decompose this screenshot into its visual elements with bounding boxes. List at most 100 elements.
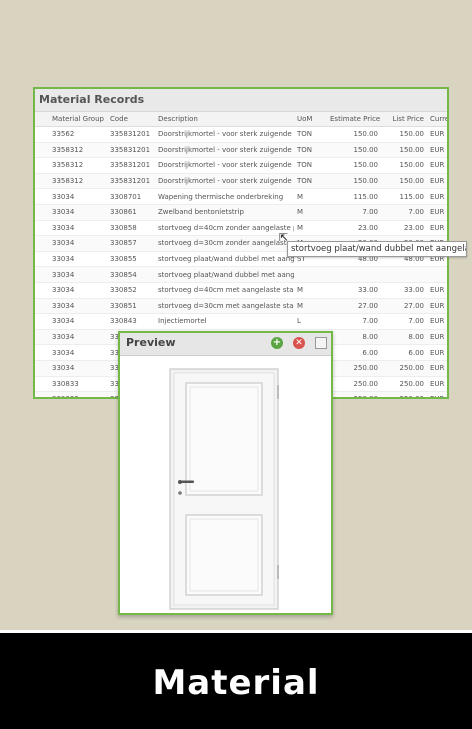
column-header[interactable]: UoM — [294, 112, 327, 127]
table-cell: TON — [294, 126, 327, 143]
row-selector[interactable] — [35, 360, 49, 377]
table-row[interactable]: 3358312 335831201 Doorstrijkmortel - voor … — [35, 173, 447, 190]
table-row[interactable]: 33034 330854 stortvoeg plaat/wand dubbel m… — [35, 266, 447, 283]
column-header[interactable]: Curren — [427, 112, 447, 127]
column-header[interactable]: Description — [155, 112, 294, 127]
table-cell: 150.00 — [327, 173, 381, 190]
table-cell: 150.00 — [381, 126, 427, 143]
table-cell: Doorstrijkmortel - voor sterk zuigende s… — [155, 126, 294, 143]
column-header[interactable]: Code — [107, 112, 155, 127]
table-cell: 8.00 — [327, 329, 381, 346]
table-cell: L — [294, 313, 327, 330]
row-selector[interactable] — [35, 376, 49, 393]
table-cell: 33034 — [49, 313, 107, 330]
table-cell: EUR — [427, 344, 447, 361]
row-selector[interactable] — [35, 157, 49, 174]
table-cell: 3358312 — [49, 142, 107, 159]
table-cell — [294, 266, 327, 283]
table-cell: 23.00 — [381, 220, 427, 237]
description-tooltip: stortvoeg plaat/wand dubbel met aangelas — [287, 241, 467, 257]
row-selector[interactable] — [35, 220, 49, 237]
table-cell: 33034 — [49, 344, 107, 361]
maximize-icon[interactable] — [315, 337, 327, 349]
row-selector[interactable] — [35, 204, 49, 221]
table-row[interactable]: 33034 3308701 Wapening thermische onderbre… — [35, 188, 447, 205]
table-cell: TON — [294, 142, 327, 159]
table-cell: EUR — [427, 173, 447, 190]
row-selector[interactable] — [35, 188, 49, 205]
table-cell — [427, 266, 447, 283]
table-cell: 330843 — [107, 313, 155, 330]
table-cell: TON — [294, 157, 327, 174]
row-selector[interactable] — [35, 235, 49, 252]
table-cell: 33034 — [49, 282, 107, 299]
table-cell: 150.00 — [327, 157, 381, 174]
row-selector[interactable] — [35, 142, 49, 159]
table-cell: 115.00 — [381, 188, 427, 205]
row-selector[interactable] — [35, 391, 49, 397]
table-cell: Wapening thermische onderbreking — [155, 188, 294, 205]
table-cell: 150.00 — [327, 142, 381, 159]
table-cell: 330855 — [107, 251, 155, 268]
table-cell: 6.00 — [327, 344, 381, 361]
column-header[interactable]: Estimate Price — [327, 112, 381, 127]
table-cell: Doorstrijkmortel - voor sterk zuigende s… — [155, 173, 294, 190]
table-cell: EUR — [427, 391, 447, 397]
table-cell: 33034 — [49, 220, 107, 237]
table-cell: 3308701 — [107, 188, 155, 205]
table-cell: 335831201 — [107, 157, 155, 174]
row-selector[interactable] — [35, 313, 49, 330]
table-cell: stortvoeg plaat/wand dubbel met aang... — [155, 251, 294, 268]
row-selector[interactable] — [35, 282, 49, 299]
table-cell: 330861 — [107, 204, 155, 221]
row-selector[interactable] — [35, 251, 49, 268]
row-selector[interactable] — [35, 126, 49, 143]
table-cell: 150.00 — [381, 142, 427, 159]
row-selector[interactable] — [35, 344, 49, 361]
column-header[interactable]: Material Group — [49, 112, 107, 127]
table-cell: 3358312 — [49, 157, 107, 174]
column-header[interactable] — [35, 112, 49, 127]
table-row[interactable]: 33034 330851 stortvoeg d=30cm met aangelas… — [35, 298, 447, 315]
footer-banner: Material — [0, 630, 472, 729]
preview-titlebar[interactable]: Preview + ✕ — [120, 333, 331, 356]
column-header[interactable]: List Price — [381, 112, 427, 127]
table-row[interactable]: 33034 330858 stortvoeg d=40cm zonder aange… — [35, 220, 447, 237]
table-row[interactable]: 33034 330852 stortvoeg d=40cm met aangelas… — [35, 282, 447, 299]
table-cell: 8.00 — [381, 329, 427, 346]
row-selector[interactable] — [35, 329, 49, 346]
table-cell: 330833 — [49, 376, 107, 393]
table-cell: EUR — [427, 360, 447, 377]
table-cell: 3358312 — [49, 173, 107, 190]
table-cell: stortvoeg plaat/wand dubbel met aange... — [155, 266, 294, 283]
table-cell: 330857 — [107, 235, 155, 252]
table-row[interactable]: 3358312 335831201 Doorstrijkmortel - voor … — [35, 157, 447, 174]
close-icon[interactable]: ✕ — [293, 337, 305, 349]
table-row[interactable]: 33034 330843 Injectiemortel L 7.00 7.00 EUR — [35, 313, 447, 330]
table-row[interactable]: 3358312 335831201 Doorstrijkmortel - voor … — [35, 142, 447, 159]
table-cell: 335831201 — [107, 173, 155, 190]
table-cell: EUR — [427, 376, 447, 393]
table-cell: 33034 — [49, 329, 107, 346]
add-icon[interactable]: + — [271, 337, 283, 349]
table-cell: EUR — [427, 188, 447, 205]
table-cell: 27.00 — [381, 298, 427, 315]
table-cell: 150.00 — [327, 126, 381, 143]
table-cell: 150.00 — [381, 173, 427, 190]
table-cell: EUR — [427, 298, 447, 315]
table-cell: 330858 — [107, 220, 155, 237]
row-selector[interactable] — [35, 266, 49, 283]
table-cell — [327, 266, 381, 283]
row-selector[interactable] — [35, 173, 49, 190]
table-row[interactable]: 33034 330861 Zwelband bentonietstrip M 7.00 7… — [35, 204, 447, 221]
table-cell: 33.00 — [381, 282, 427, 299]
table-row[interactable]: 33562 335831201 Doorstrijkmortel - voor st… — [35, 126, 447, 143]
table-cell: 330833 — [49, 391, 107, 397]
preview-title: Preview — [126, 336, 176, 349]
table-cell: 33.00 — [327, 282, 381, 299]
table-cell: 33034 — [49, 235, 107, 252]
row-selector[interactable] — [35, 298, 49, 315]
table-cell: M — [294, 204, 327, 221]
table-cell: 33034 — [49, 204, 107, 221]
table-cell: stortvoeg d=30cm met aangelaste staal... — [155, 298, 294, 315]
